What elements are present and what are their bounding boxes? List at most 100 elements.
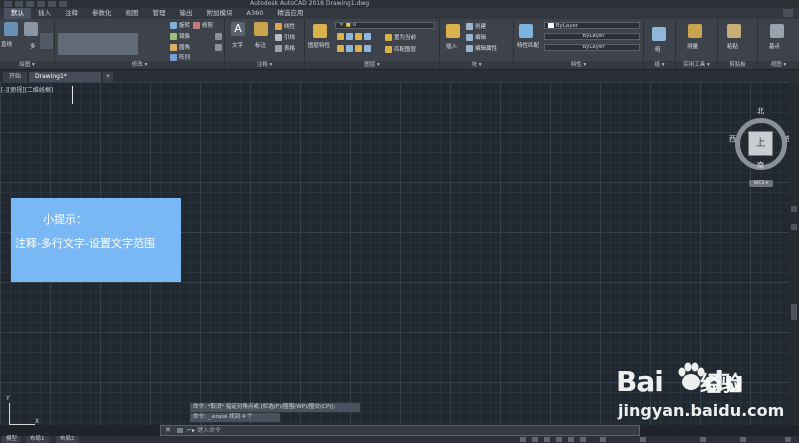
layout-tab-layout2[interactable]: 布局2	[56, 436, 79, 443]
leader-button[interactable]: 引线	[275, 33, 295, 41]
new-tab-button[interactable]: +	[103, 72, 114, 82]
settings-icon[interactable]	[177, 428, 183, 433]
tab-parametric[interactable]: 参数化	[85, 8, 119, 19]
insert-button[interactable]: 插入	[446, 42, 457, 50]
base-point-icon[interactable]	[770, 24, 784, 38]
tab-default[interactable]: 默认	[4, 8, 31, 19]
linear-button[interactable]: 线性	[275, 22, 295, 30]
tab-view[interactable]: 视图	[119, 8, 146, 19]
wcs-menu[interactable]: WCS ▾	[749, 180, 773, 187]
annotation-scale-icon[interactable]	[600, 437, 606, 442]
compass-north[interactable]: 北	[757, 106, 764, 116]
insert-icon[interactable]	[446, 24, 460, 38]
nav-orbit-icon[interactable]	[791, 304, 797, 320]
layer-merge-icon[interactable]	[364, 45, 371, 52]
ortho-toggle-icon[interactable]	[544, 437, 550, 442]
layer-properties-button[interactable]: 图层特性	[308, 43, 332, 49]
match-properties-icon[interactable]	[519, 24, 533, 38]
panel-utilities-footer[interactable]: 实用工具 ▾	[676, 61, 717, 69]
panel-groups-footer[interactable]: 组 ▾	[644, 61, 675, 69]
osnap-toggle-icon[interactable]	[568, 437, 574, 442]
tab-a360[interactable]: A360	[240, 8, 271, 19]
undo-icon[interactable]	[48, 1, 56, 7]
viewcube-top-face[interactable]: 上	[748, 131, 773, 156]
layer-dropdown[interactable]: ☀ ■ 0	[335, 22, 435, 29]
create-block-button[interactable]: 创建	[466, 22, 486, 30]
match-properties-button[interactable]: 特性匹配	[517, 43, 539, 49]
command-input[interactable]	[197, 426, 617, 435]
snap-toggle-icon[interactable]	[532, 437, 538, 442]
tab-annotate[interactable]: 注释	[58, 8, 85, 19]
scale-icon[interactable]	[215, 33, 222, 40]
save-icon[interactable]	[37, 1, 45, 7]
compass-west[interactable]: 西	[729, 134, 736, 144]
layer-properties-icon[interactable]	[313, 24, 327, 38]
fullscreen-icon[interactable]	[740, 437, 746, 442]
color-dropdown[interactable]: ByLayer	[544, 22, 640, 29]
close-icon[interactable]: ✕	[165, 426, 171, 435]
dimension-button[interactable]: 标注	[255, 41, 266, 49]
isolate-icon[interactable]	[700, 437, 706, 442]
panel-layers-footer[interactable]: 图层 ▾	[305, 61, 439, 69]
set-current-button[interactable]: 置为当前	[385, 33, 416, 41]
ribbon-toggle-icon[interactable]	[783, 9, 793, 17]
text-button[interactable]: 文字	[232, 41, 243, 49]
text-icon[interactable]: A	[231, 22, 245, 36]
layer-off-icon[interactable]	[364, 33, 371, 40]
line-button[interactable]: 直线	[1, 40, 12, 48]
layout-tab-layout1[interactable]: 布局1	[26, 436, 49, 443]
open-icon[interactable]	[26, 1, 34, 7]
tab-output[interactable]: 输出	[173, 8, 200, 19]
fillet-button[interactable]: 圆角	[170, 43, 190, 51]
layer-walk-icon[interactable]	[355, 45, 362, 52]
customize-icon[interactable]	[785, 437, 791, 442]
trim-button[interactable]: 修剪	[193, 21, 213, 29]
app-menu-icon[interactable]	[4, 1, 12, 7]
erase-icon[interactable]	[215, 44, 222, 51]
panel-clipboard-footer[interactable]: 剪贴板	[718, 61, 757, 69]
edit-block-button[interactable]: 编辑	[466, 33, 486, 41]
new-icon[interactable]	[15, 1, 23, 7]
tab-start[interactable]: 开始	[3, 72, 28, 82]
group-button[interactable]: 组	[655, 45, 661, 53]
array-button[interactable]: 阵列	[170, 53, 190, 61]
tab-drawing1[interactable]: Drawing1*	[29, 72, 102, 82]
viewport-controls[interactable]: [-][俯视][二维线框]	[1, 85, 53, 94]
otrack-toggle-icon[interactable]	[580, 437, 586, 442]
measure-icon[interactable]	[688, 24, 702, 38]
match-layer-button[interactable]: 匹配图层	[385, 45, 416, 53]
viewcube[interactable]: 北 南 东 西 上 WCS ▾	[729, 107, 797, 190]
paste-button[interactable]: 粘贴	[727, 42, 738, 50]
panel-draw-footer[interactable]: 绘图 ▾	[0, 61, 54, 69]
mirror-button[interactable]: 镜像	[170, 32, 190, 40]
panel-block-footer[interactable]: 块 ▾	[440, 61, 513, 69]
measure-button[interactable]: 测量	[687, 42, 698, 50]
rotate-button[interactable]: 旋转	[170, 21, 190, 29]
panel-view-footer[interactable]: 视图 ▾	[758, 61, 799, 69]
compass-south[interactable]: 南	[757, 160, 764, 170]
polyline-icon[interactable]	[24, 22, 38, 36]
layer-lock-icon[interactable]	[337, 45, 344, 52]
command-prompt-icon[interactable]: ⌐▸	[187, 426, 195, 435]
group-icon[interactable]	[652, 27, 666, 41]
panel-annotation-footer[interactable]: 注释 ▾	[225, 61, 304, 69]
nav-pan-icon[interactable]	[791, 206, 797, 212]
base-point-button[interactable]: 基点	[769, 42, 780, 50]
multi-button[interactable]: 多	[30, 42, 36, 50]
dimension-icon[interactable]	[254, 22, 268, 36]
workspace-icon[interactable]	[640, 437, 646, 442]
tab-manage[interactable]: 管理	[146, 8, 173, 19]
linetype-dropdown[interactable]: ByLayer	[544, 33, 640, 40]
line-icon[interactable]	[4, 22, 18, 36]
tab-insert[interactable]: 插入	[31, 8, 58, 19]
grid-toggle-icon[interactable]	[520, 437, 526, 442]
layer-unlock-icon[interactable]	[346, 45, 353, 52]
layer-state-icon[interactable]	[337, 33, 344, 40]
panel-modify-footer[interactable]: 修改 ▾	[55, 61, 224, 69]
layout-tab-model[interactable]: 模型	[2, 436, 22, 443]
lineweight-dropdown[interactable]: ByLayer	[544, 44, 640, 51]
redo-icon[interactable]	[59, 1, 67, 7]
table-button[interactable]: 表格	[275, 44, 295, 52]
layer-freeze-icon[interactable]	[355, 33, 362, 40]
tab-addins[interactable]: 附加模块	[200, 8, 240, 19]
